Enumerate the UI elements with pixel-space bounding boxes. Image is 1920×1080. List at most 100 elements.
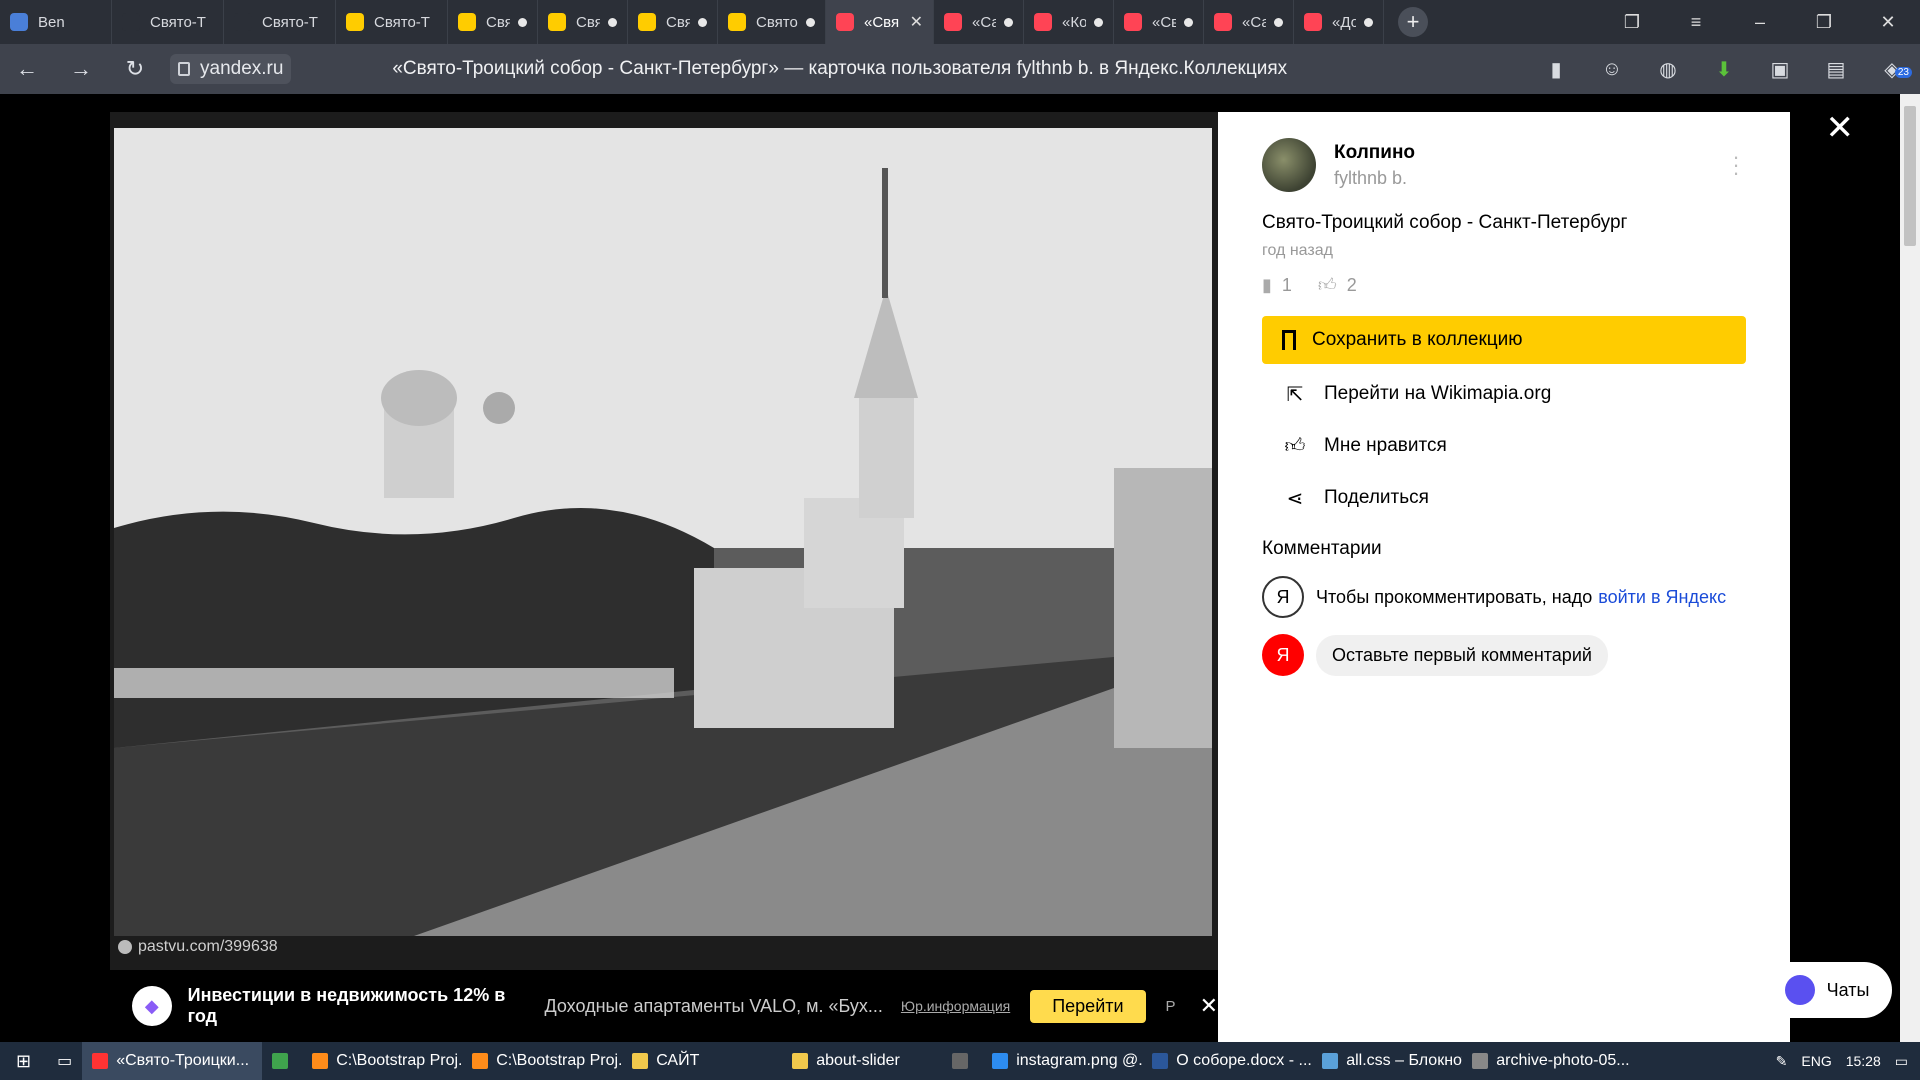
bookmark-icon: [1282, 330, 1296, 350]
tab-title: «Свя: [1152, 13, 1176, 31]
notifications-icon[interactable]: ▭: [1895, 1053, 1908, 1070]
tab-7[interactable]: Свято-Т: [718, 0, 826, 44]
tab-0[interactable]: Ben: [0, 0, 112, 44]
app-icon: [1322, 1053, 1339, 1069]
tab-dot-icon: [1274, 17, 1283, 27]
restore-icon[interactable]: ❐: [1792, 12, 1856, 33]
ad-banner[interactable]: ◆ Инвестиции в недвижимость 12% в год До…: [110, 970, 1218, 1042]
app-icon: [312, 1053, 329, 1069]
user-name[interactable]: Колпино: [1334, 142, 1415, 164]
saves-stat: ▮ 1: [1262, 275, 1292, 296]
back-button[interactable]: ←: [0, 56, 54, 82]
new-tab-button[interactable]: +: [1398, 7, 1428, 37]
play-icon: [10, 13, 28, 31]
tab-title: «Свя: [864, 13, 900, 31]
tab-10[interactable]: «Кол: [1024, 0, 1114, 44]
tab-13[interactable]: «Дор: [1294, 0, 1384, 44]
chats-button[interactable]: Чаты: [1762, 962, 1892, 1018]
tab-12[interactable]: «Сан: [1204, 0, 1294, 44]
minimize-icon[interactable]: –: [1728, 12, 1792, 33]
action-thumbs-up[interactable]: 👍︎ Мне нравится: [1262, 420, 1746, 472]
url-domain[interactable]: yandex.ru: [170, 54, 292, 84]
reload-button[interactable]: ↻: [108, 56, 162, 82]
taskbar-label: САЙТ: [656, 1052, 700, 1069]
extension-badge-icon[interactable]: ◈ 23: [1864, 57, 1920, 82]
action-label: Мне нравится: [1324, 435, 1447, 456]
browser-tab-strip: Ben Свято-Т Свято-Т Свято-Т Свят Свят Свят Свят…: [0, 0, 1920, 44]
menu-icon[interactable]: ≡: [1664, 12, 1728, 33]
taskbar-item-4[interactable]: САЙТ: [622, 1042, 782, 1080]
extension-icon[interactable]: ▤: [1808, 57, 1864, 82]
taskbar-item-3[interactable]: C:\Bootstrap Proj...: [462, 1042, 622, 1080]
tab-1[interactable]: Свято-Т: [112, 0, 224, 44]
language-indicator[interactable]: ENG: [1801, 1053, 1831, 1069]
cathedral-photo[interactable]: [114, 128, 1212, 936]
task-view-icon[interactable]: ▭: [47, 1042, 82, 1080]
more-options-icon[interactable]: · · ·: [1726, 146, 1746, 184]
taskbar-item-2[interactable]: C:\Bootstrap Proj...: [302, 1042, 462, 1080]
start-button[interactable]: ⊞: [0, 1042, 47, 1080]
taskbar-item-7[interactable]: instagram.png @...: [982, 1042, 1142, 1080]
action-label: Поделиться: [1324, 487, 1429, 508]
avatar[interactable]: [1262, 138, 1316, 192]
chat-icon: [1784, 975, 1815, 1005]
pen-icon[interactable]: ✎: [1776, 1053, 1788, 1070]
ad-description[interactable]: Доходные апартаменты VALO, м. «Бух...: [544, 996, 882, 1017]
scrollbar-thumb[interactable]: [1904, 106, 1916, 246]
tab-5[interactable]: Свят: [538, 0, 628, 44]
card-time-ago: год назад: [1262, 242, 1333, 259]
card-title: Свято-Троицкий собор - Санкт-Петербург: [1262, 212, 1628, 233]
tab-title: Ben: [38, 13, 65, 31]
collections-icon[interactable]: ▣: [1752, 57, 1808, 82]
page-title[interactable]: «Свято-Троицкий собор - Санкт-Петербург»…: [291, 58, 1528, 80]
tab-4[interactable]: Свят: [448, 0, 538, 44]
save-to-collection-button[interactable]: Сохранить в коллекцию: [1262, 316, 1746, 364]
clock[interactable]: 15:28: [1846, 1053, 1881, 1069]
taskbar-item-9[interactable]: all.css – Блокнот: [1312, 1042, 1462, 1080]
action-share[interactable]: ⋖ Поделиться: [1262, 472, 1746, 524]
card-panel: Колпино fylthnb b. · · · Свято-Троицкий со…: [1218, 112, 1790, 1042]
globe-icon[interactable]: ◍: [1640, 57, 1696, 82]
action-external-link[interactable]: ⇱ Перейти на Wikimapia.org: [1262, 368, 1746, 420]
first-comment-input[interactable]: Оставьте первый комментарий: [1316, 634, 1608, 676]
ad-legal-link[interactable]: Юр.информация: [901, 998, 1010, 1014]
taskbar-label: О соборе.docx - ...: [1176, 1052, 1312, 1069]
taskbar-item-10[interactable]: archive-photo-05...: [1462, 1042, 1642, 1080]
close-viewer-icon[interactable]: ✕: [1826, 108, 1855, 148]
taskbar-item-6[interactable]: [942, 1042, 982, 1080]
protect-icon[interactable]: ☺: [1584, 58, 1640, 81]
login-link[interactable]: войти в Яндекс: [1598, 587, 1726, 608]
tab-11[interactable]: «Свя: [1114, 0, 1204, 44]
ad-r-label[interactable]: Р: [1166, 998, 1176, 1015]
copyright-icon: [118, 940, 132, 954]
tab-3[interactable]: Свято-Т: [336, 0, 448, 44]
tab-dot-icon: [608, 17, 617, 27]
tabs-overview-icon[interactable]: ❐: [1600, 12, 1664, 33]
bookmark-small-icon: ▮: [1262, 274, 1272, 295]
window-close-icon[interactable]: ✕: [1856, 12, 1920, 33]
card-actions: ⇱ Перейти на Wikimapia.org 👍︎ Мне нравится ⋖…: [1262, 368, 1746, 524]
tab-9[interactable]: «Сан: [934, 0, 1024, 44]
close-tab-icon[interactable]: ✕: [910, 12, 923, 32]
taskbar-item-5[interactable]: about-slider: [782, 1042, 942, 1080]
bookmark-icon[interactable]: ▮: [1528, 57, 1584, 82]
taskbar-item-0[interactable]: «Свято-Троицки...: [82, 1042, 263, 1080]
tab-6[interactable]: Свят: [628, 0, 718, 44]
tab-title: Свят: [486, 13, 510, 31]
forward-button[interactable]: →: [54, 56, 108, 82]
tab-8[interactable]: «Свя ✕: [826, 0, 934, 44]
image-viewer: pastvu.com/399638 ◆ Инвестиции в недвижи…: [0, 94, 1920, 1042]
ad-headline[interactable]: Инвестиции в недвижимость 12% в год: [188, 985, 537, 1027]
taskbar-item-8[interactable]: О соборе.docx - ...: [1142, 1042, 1312, 1080]
ad-logo-icon: ◆: [132, 986, 172, 1026]
app-icon: [1472, 1053, 1489, 1069]
taskbar-item-1[interactable]: [262, 1042, 302, 1080]
first-comment-row: Я Оставьте первый комментарий: [1262, 634, 1746, 676]
ad-go-button[interactable]: Перейти: [1030, 989, 1146, 1023]
page-scrollbar[interactable]: [1900, 94, 1920, 1042]
user-login[interactable]: fylthnb b.: [1334, 168, 1415, 189]
tab-2[interactable]: Свято-Т: [224, 0, 336, 44]
ad-close-icon[interactable]: ✕: [1200, 993, 1218, 1019]
lock-icon: [178, 62, 190, 76]
download-icon[interactable]: ⬇: [1696, 57, 1752, 82]
